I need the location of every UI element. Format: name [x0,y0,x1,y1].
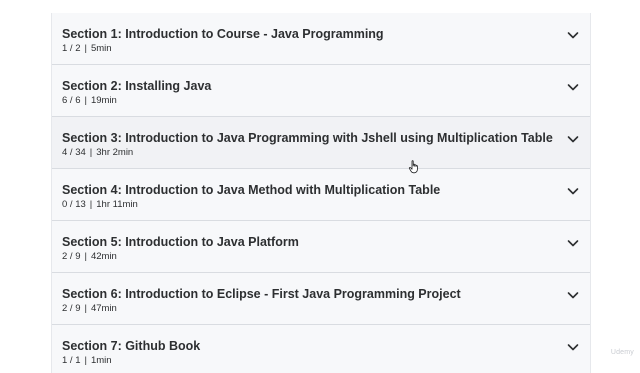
section-duration: 3hr 2min [96,147,133,158]
section-meta: 1 / 2 | 5min [62,43,112,54]
meta-separator: | [90,199,92,210]
section-4[interactable]: Section 4: Introduction to Java Method w… [52,169,590,221]
section-meta: 1 / 1 | 1min [62,355,112,366]
section-progress: 4 / 34 [62,147,86,158]
section-duration: 5min [91,43,112,54]
chevron-down-icon[interactable] [566,80,580,94]
section-progress: 2 / 9 [62,251,81,262]
section-title: Section 7: Github Book [62,339,200,353]
chevron-down-icon[interactable] [566,132,580,146]
section-7[interactable]: Section 7: Github Book 1 / 1 | 1min [52,325,590,373]
section-title: Section 5: Introduction to Java Platform [62,235,299,249]
section-meta: 6 / 6 | 19min [62,95,117,106]
section-meta: 2 / 9 | 42min [62,251,117,262]
meta-separator: | [90,147,92,158]
meta-separator: | [85,251,87,262]
section-duration: 1min [91,355,112,366]
section-duration: 1hr 11min [96,199,138,210]
chevron-down-icon[interactable] [566,184,580,198]
section-title: Section 3: Introduction to Java Programm… [62,131,553,145]
section-5[interactable]: Section 5: Introduction to Java Platform… [52,221,590,273]
section-duration: 47min [91,303,117,314]
section-progress: 2 / 9 [62,303,81,314]
hand-pointer-icon [408,160,420,174]
section-progress: 0 / 13 [62,199,86,210]
section-duration: 42min [91,251,117,262]
watermark: Udemy [611,349,634,356]
curriculum-panel: Section 1: Introduction to Course - Java… [51,13,591,373]
section-title: Section 4: Introduction to Java Method w… [62,183,440,197]
section-progress: 6 / 6 [62,95,81,106]
meta-separator: | [85,95,87,106]
section-title: Section 6: Introduction to Eclipse - Fir… [62,287,461,301]
section-6[interactable]: Section 6: Introduction to Eclipse - Fir… [52,273,590,325]
section-progress: 1 / 1 [62,355,81,366]
section-3[interactable]: Section 3: Introduction to Java Programm… [52,117,590,169]
chevron-down-icon[interactable] [566,340,580,354]
meta-separator: | [85,355,87,366]
section-meta: 4 / 34 | 3hr 2min [62,147,133,158]
section-1[interactable]: Section 1: Introduction to Course - Java… [52,13,590,65]
section-progress: 1 / 2 [62,43,81,54]
chevron-down-icon[interactable] [566,288,580,302]
chevron-down-icon[interactable] [566,236,580,250]
section-title: Section 2: Installing Java [62,79,211,93]
chevron-down-icon[interactable] [566,28,580,42]
section-2[interactable]: Section 2: Installing Java 6 / 6 | 19min [52,65,590,117]
meta-separator: | [85,43,87,54]
section-duration: 19min [91,95,117,106]
section-title: Section 1: Introduction to Course - Java… [62,27,384,41]
section-meta: 0 / 13 | 1hr 11min [62,199,138,210]
section-meta: 2 / 9 | 47min [62,303,117,314]
meta-separator: | [85,303,87,314]
